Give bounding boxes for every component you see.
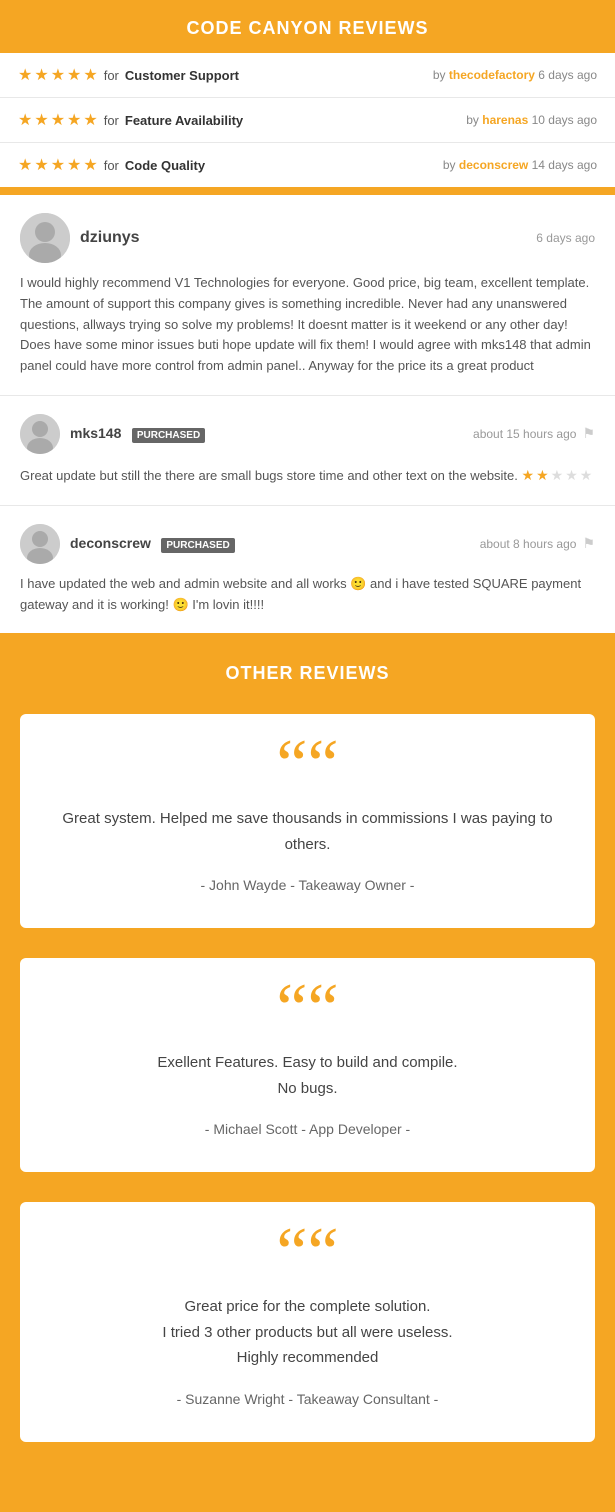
rating-left-1: ★ ★ ★ ★ ★ for Customer Support xyxy=(18,65,239,85)
page-header: CODE CANYON REVIEWS xyxy=(0,0,615,53)
reviewer-name-mks148: mks148 PURCHASED xyxy=(70,425,205,443)
rating-label-2: Feature Availability xyxy=(125,113,243,128)
review-stars-mks148: ★ ★ ★ ★ ★ xyxy=(522,464,593,486)
rating-right-1: by thecodefactory 6 days ago xyxy=(433,68,597,82)
star-icon: ★ xyxy=(18,65,32,85)
star-icon: ★ xyxy=(67,155,81,175)
rating-left-2: ★ ★ ★ ★ ★ for Feature Availability xyxy=(18,110,243,130)
reviewer-info-deconscrew: deconscrew PURCHASED xyxy=(20,524,235,564)
rating-for-label: for xyxy=(104,113,119,128)
quote-mark-icon: ““ xyxy=(60,1232,555,1274)
rating-by-label: by xyxy=(443,158,456,172)
rating-time-1: 6 days ago xyxy=(538,68,597,82)
review-meta-dziunys: 6 days ago xyxy=(536,231,595,245)
reviews-section: dziunys 6 days ago I would highly recomm… xyxy=(0,195,615,633)
rating-left-3: ★ ★ ★ ★ ★ for Code Quality xyxy=(18,155,205,175)
page-title: CODE CANYON REVIEWS xyxy=(10,18,605,39)
testimonial-card-2: ““ Exellent Features. Easy to build and … xyxy=(20,958,595,1172)
star-icon: ★ xyxy=(522,464,535,486)
star-icon: ★ xyxy=(51,155,65,175)
stars-3: ★ ★ ★ ★ ★ xyxy=(18,155,98,175)
rating-right-2: by harenas 10 days ago xyxy=(466,113,597,127)
review-header-deconscrew: deconscrew PURCHASED about 8 hours ago ⚑ xyxy=(20,524,595,564)
testimonial-text-3: Great price for the complete solution.I … xyxy=(60,1294,555,1371)
testimonial-card-1: ““ Great system. Helped me save thousand… xyxy=(20,714,595,928)
star-icon: ★ xyxy=(34,110,48,130)
star-icon: ★ xyxy=(83,65,97,85)
star-icon: ★ xyxy=(18,155,32,175)
flag-icon: ⚑ xyxy=(582,535,595,552)
testimonial-author-1: - John Wayde - Takeaway Owner - xyxy=(60,877,555,893)
review-card-dziunys: dziunys 6 days ago I would highly recomm… xyxy=(0,195,615,396)
review-time-deconscrew: about 8 hours ago xyxy=(480,537,577,551)
testimonial-author-2: - Michael Scott - App Developer - xyxy=(60,1121,555,1137)
review-header-mks148: mks148 PURCHASED about 15 hours ago ⚑ xyxy=(20,414,595,454)
testimonial-text-1: Great system. Helped me save thousands i… xyxy=(60,806,555,857)
star-icon: ★ xyxy=(83,155,97,175)
rating-user-1[interactable]: thecodefactory xyxy=(449,68,535,82)
rating-row-1: ★ ★ ★ ★ ★ for Customer Support by thecod… xyxy=(0,53,615,98)
rating-user-2[interactable]: harenas xyxy=(482,113,528,127)
reviewer-name-deconscrew: deconscrew PURCHASED xyxy=(70,535,235,553)
rating-label-3: Code Quality xyxy=(125,158,205,173)
ratings-section: ★ ★ ★ ★ ★ for Customer Support by thecod… xyxy=(0,53,615,187)
review-meta-mks148: about 15 hours ago ⚑ xyxy=(473,425,595,442)
rating-right-3: by deconscrew 14 days ago xyxy=(443,158,597,172)
quote-mark-icon: ““ xyxy=(60,988,555,1030)
star-icon: ★ xyxy=(51,110,65,130)
rating-time-2: 10 days ago xyxy=(532,113,597,127)
review-time-mks148: about 15 hours ago xyxy=(473,427,576,441)
star-icon: ★ xyxy=(34,155,48,175)
flag-icon: ⚑ xyxy=(582,425,595,442)
avatar-mks148 xyxy=(20,414,60,454)
star-icon: ★ xyxy=(51,65,65,85)
rating-user-3[interactable]: deconscrew xyxy=(459,158,528,172)
review-card-mks148: mks148 PURCHASED about 15 hours ago ⚑ Gr… xyxy=(0,396,615,506)
review-card-deconscrew: deconscrew PURCHASED about 8 hours ago ⚑… xyxy=(0,506,615,634)
rating-label-1: Customer Support xyxy=(125,68,239,83)
rating-for-label: for xyxy=(104,158,119,173)
purchased-badge-mks148: PURCHASED xyxy=(132,428,205,443)
other-reviews-title: OTHER REVIEWS xyxy=(20,663,595,684)
stars-1: ★ ★ ★ ★ ★ xyxy=(18,65,98,85)
other-reviews-section: OTHER REVIEWS ““ Great system. Helped me… xyxy=(0,633,615,1512)
star-icon: ★ xyxy=(67,65,81,85)
review-body-mks148: Great update but still the there are sma… xyxy=(20,464,595,487)
star-icon: ★ xyxy=(83,110,97,130)
review-header-dziunys: dziunys 6 days ago xyxy=(20,213,595,263)
rating-row-3: ★ ★ ★ ★ ★ for Code Quality by deconscrew… xyxy=(0,143,615,187)
rating-by-label: by xyxy=(466,113,479,127)
review-time-dziunys: 6 days ago xyxy=(536,231,595,245)
review-body-deconscrew: I have updated the web and admin website… xyxy=(20,574,595,616)
testimonial-text-2: Exellent Features. Easy to build and com… xyxy=(60,1050,555,1101)
star-icon: ★ xyxy=(34,65,48,85)
rating-by-label: by xyxy=(433,68,446,82)
reviewer-name-dziunys: dziunys xyxy=(80,229,140,247)
avatar-dziunys xyxy=(20,213,70,263)
review-body-dziunys: I would highly recommend V1 Technologies… xyxy=(20,273,595,377)
star-empty-icon: ★ xyxy=(565,464,578,486)
rating-time-3: 14 days ago xyxy=(532,158,597,172)
testimonial-card-3: ““ Great price for the complete solution… xyxy=(20,1202,595,1442)
quote-mark-icon: ““ xyxy=(60,744,555,786)
avatar-deconscrew xyxy=(20,524,60,564)
star-empty-icon: ★ xyxy=(580,464,593,486)
star-icon: ★ xyxy=(67,110,81,130)
testimonial-author-3: - Suzanne Wright - Takeaway Consultant - xyxy=(60,1391,555,1407)
purchased-badge-deconscrew: PURCHASED xyxy=(161,538,234,553)
rating-for-label: for xyxy=(104,68,119,83)
review-meta-deconscrew: about 8 hours ago ⚑ xyxy=(480,535,595,552)
rating-row-2: ★ ★ ★ ★ ★ for Feature Availability by ha… xyxy=(0,98,615,143)
reviewer-info-mks148: mks148 PURCHASED xyxy=(20,414,205,454)
star-empty-icon: ★ xyxy=(551,464,564,486)
star-icon: ★ xyxy=(18,110,32,130)
star-icon: ★ xyxy=(536,464,549,486)
reviewer-info-dziunys: dziunys xyxy=(20,213,140,263)
stars-2: ★ ★ ★ ★ ★ xyxy=(18,110,98,130)
